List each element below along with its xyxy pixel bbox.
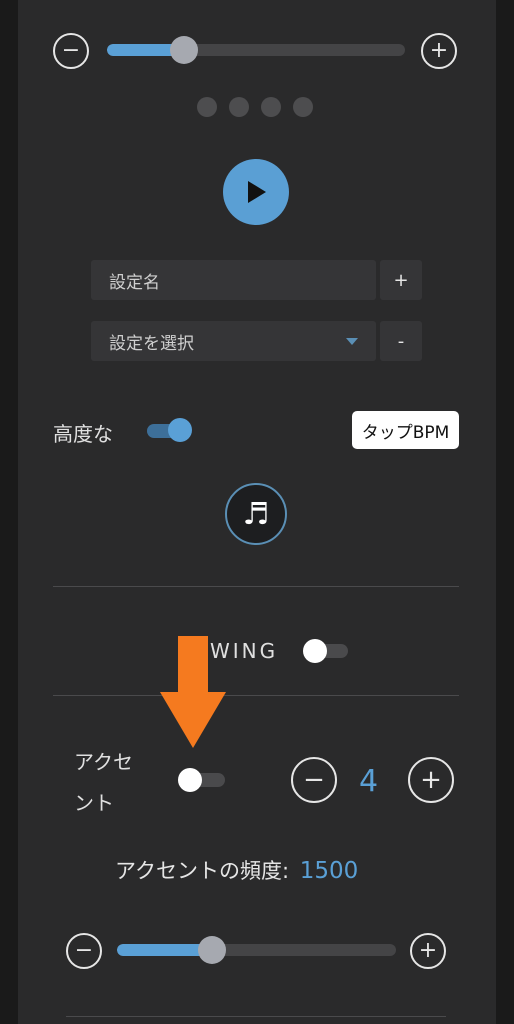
setting-name-placeholder: 設定名 [109,272,160,293]
bottom-slider-increase-button[interactable]: + [410,933,446,969]
accent-label-line2: ント [74,791,114,815]
minus-icon: − [61,38,81,63]
top-slider-increase-button[interactable]: + [421,33,457,69]
advanced-label: 高度な [53,422,113,446]
divider [53,695,459,696]
tap-bpm-button[interactable]: タップBPM [352,411,459,449]
pager-dot-4[interactable] [293,97,313,117]
accent-frequency-value: 1500 [299,858,359,884]
setting-name-input[interactable]: 設定名 [91,260,376,300]
bottom-slider-track[interactable] [117,944,396,956]
minus-icon: - [397,330,405,352]
pager-dot-1[interactable] [197,97,217,117]
accent-count: 4 [359,764,379,799]
play-button[interactable] [223,159,289,225]
accent-label-line1: アクセ [74,750,133,774]
music-note-icon: ♬ [242,496,270,532]
minus-icon: − [74,938,94,963]
top-slider-decrease-button[interactable]: − [53,33,89,69]
orange-down-arrow-icon [160,636,226,748]
accent-decrease-button[interactable]: − [291,757,337,803]
divider [53,586,459,587]
plus-icon: + [393,269,409,291]
bottom-slider-decrease-button[interactable]: − [66,933,102,969]
setting-select[interactable]: 設定を選択 [91,321,376,361]
swing-toggle-knob[interactable] [303,639,327,663]
plus-icon: + [420,765,442,795]
play-icon [248,181,266,203]
pager-dot-2[interactable] [229,97,249,117]
plus-icon: + [429,38,449,63]
accent-frequency-row: アクセントの頻度: 1500 [115,855,358,885]
add-setting-button[interactable]: + [380,260,422,300]
accent-increase-button[interactable]: + [408,757,454,803]
sound-button[interactable]: ♬ [225,483,287,545]
top-slider-track[interactable] [107,44,405,56]
pager-dot-3[interactable] [261,97,281,117]
accent-toggle-knob[interactable] [178,768,202,792]
setting-select-value: 設定を選択 [109,333,194,354]
remove-setting-button[interactable]: - [380,321,422,361]
bottom-slider-thumb[interactable] [197,936,226,964]
divider [66,1016,446,1017]
dropdown-caret-icon [346,338,358,345]
advanced-toggle-knob[interactable] [168,418,192,442]
tap-bpm-label: タップBPM [361,422,450,443]
plus-icon: + [418,938,438,963]
minus-icon: − [303,765,325,795]
accent-frequency-label: アクセントの頻度: [115,859,290,883]
